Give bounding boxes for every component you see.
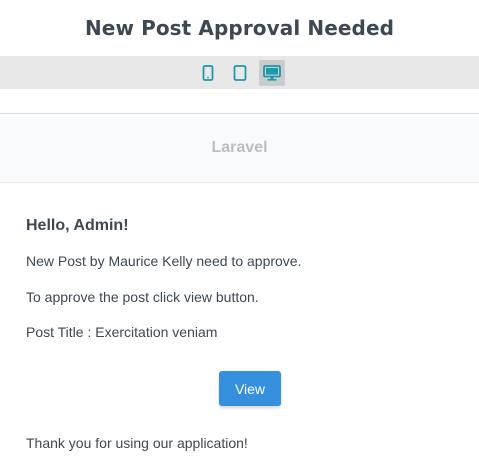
device-switcher	[0, 56, 479, 89]
desktop-monitor-icon	[262, 64, 281, 81]
closing-line: Thank you for using our application!	[26, 435, 248, 451]
email-preview-page: New Post Approval Needed Laravel Hello, …	[0, 0, 479, 468]
view-button[interactable]: View	[219, 371, 281, 406]
body-line-instructions: To approve the post click view button.	[26, 289, 259, 305]
desktop-view-button[interactable]	[258, 59, 285, 86]
page-title: New Post Approval Needed	[84, 16, 395, 40]
body-line-post-title: Post Title : Exercitation veniam	[26, 324, 218, 340]
brand-name[interactable]: Laravel	[211, 139, 267, 157]
phone-view-button[interactable]	[195, 60, 221, 86]
preview-header: New Post Approval Needed	[0, 0, 479, 56]
mobile-phone-icon	[202, 64, 213, 81]
tablet-view-button[interactable]	[227, 60, 253, 86]
email-header: Laravel	[0, 114, 479, 183]
body-line-new-post: New Post by Maurice Kelly need to approv…	[26, 253, 302, 269]
email-frame: Laravel Hello, Admin! New Post by Mauric…	[0, 113, 479, 468]
tablet-icon	[233, 64, 246, 81]
greeting-heading: Hello, Admin!	[26, 217, 129, 234]
